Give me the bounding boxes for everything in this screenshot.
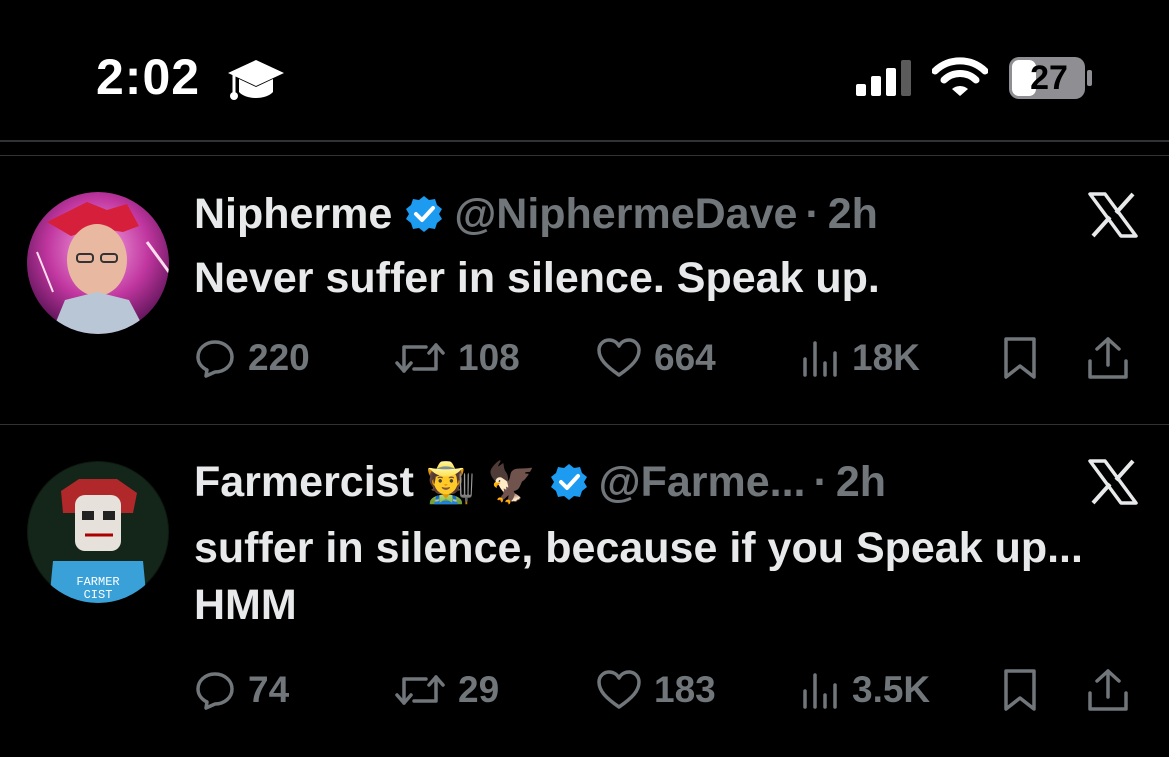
tweet-timestamp[interactable]: 2h [836,458,886,507]
tweet-text: suffer in silence, because if you Speak … [194,524,1083,629]
avatar[interactable]: FARMER CIST [27,461,169,603]
repost-button[interactable]: 29 [394,665,499,715]
header-divider-secondary [0,155,1169,156]
tweet[interactable]: Nipherme @NiphermeDave · 2h Never suffer… [0,157,1169,425]
graduation-cap-icon [228,60,284,100]
views-button[interactable]: 3.5K [800,665,930,715]
bookmark-icon[interactable] [1000,665,1040,715]
x-logo-icon[interactable] [1088,192,1138,238]
heart-icon [597,338,641,377]
reply-button[interactable]: 74 [194,665,289,715]
repost-count: 108 [458,337,520,378]
x-logo-icon[interactable] [1088,459,1138,505]
bookmark-icon[interactable] [1000,333,1040,383]
user-handle[interactable]: @NiphermeDave [454,190,797,239]
display-name[interactable]: Farmercist [194,458,414,507]
repost-icon [395,675,445,705]
views-button[interactable]: 18K [800,333,920,383]
separator-dot: · [805,189,820,238]
svg-text:CIST: CIST [84,588,113,602]
svg-text:FARMER: FARMER [76,575,119,589]
status-time: 2:02 [96,49,201,105]
avatar[interactable] [27,192,169,334]
reply-count: 74 [248,669,290,710]
verified-badge-icon [549,462,589,502]
tweet-header: Farmercist 🧑‍🌾 🦅 @Farme... · 2h [194,452,886,512]
tweet-header: Nipherme @NiphermeDave · 2h [194,184,878,244]
reply-icon [196,672,234,710]
tweet-timestamp[interactable]: 2h [828,190,878,239]
reply-icon [196,340,234,378]
views-count: 3.5K [852,669,931,710]
status-bar: 2:02 27 [0,0,1169,140]
verified-badge-icon [404,194,444,234]
views-icon [803,673,837,709]
separator-dot: · [813,457,828,506]
like-button[interactable]: 664 [596,333,716,383]
wifi-icon [932,57,988,96]
tweet-actions: 220 108 664 18K [194,333,1139,383]
battery-level: 27 [1030,59,1068,97]
display-name[interactable]: Nipherme [194,190,392,239]
user-handle[interactable]: @Farme... [599,458,806,507]
reply-button[interactable]: 220 [194,333,310,383]
like-count: 664 [654,337,716,378]
views-icon [803,341,837,377]
share-icon[interactable] [1086,333,1130,383]
like-count: 183 [654,669,716,710]
heart-icon [597,670,641,709]
tweet-actions: 74 29 183 3.5K [194,665,1139,715]
reply-count: 220 [248,337,310,378]
cellular-signal-icon [856,60,911,96]
views-count: 18K [852,337,920,378]
repost-count: 29 [458,669,500,710]
repost-button[interactable]: 108 [394,333,520,383]
share-icon[interactable] [1086,665,1130,715]
tweet-text: Never suffer in silence. Speak up. [194,254,880,302]
repost-icon [395,343,445,373]
header-divider [0,140,1169,142]
like-button[interactable]: 183 [596,665,716,715]
name-emojis: 🧑‍🌾 🦅 [425,460,537,505]
tweet[interactable]: FARMER CIST Farmercist 🧑‍🌾 🦅 @Farme... ·… [0,425,1169,757]
